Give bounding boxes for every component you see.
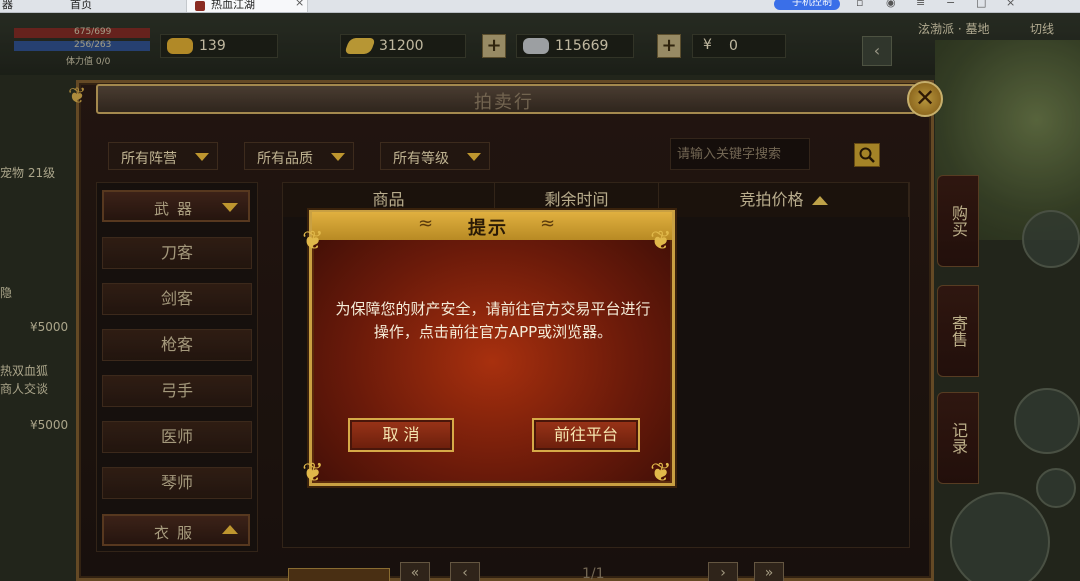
corner-ornament-icon: ❦ — [302, 226, 324, 256]
chat-line: 商人交谈 — [0, 382, 49, 396]
browser-tab-game[interactable]: 热血江湖 × — [186, 0, 308, 12]
bottom-action-button[interactable] — [288, 568, 390, 581]
category-clothes-header[interactable]: 衣服 — [102, 514, 250, 546]
currency-gold-ingot: 139 — [160, 34, 278, 58]
auction-title: 拍卖行 — [474, 92, 534, 113]
location-label: 泫渤派 · 墓地 — [918, 22, 990, 36]
tab-sell[interactable]: 寄售 — [937, 285, 979, 377]
menu-icon[interactable]: ≡ — [916, 0, 928, 9]
column-header-price-label: 竞拍价格 — [739, 190, 804, 209]
add-silver-button[interactable]: + — [657, 34, 681, 58]
window-close-icon[interactable]: × — [1006, 0, 1018, 9]
pet-label: 宠物 21级 — [0, 166, 56, 180]
gold-bar-icon — [344, 38, 376, 54]
search-input[interactable] — [670, 138, 810, 170]
currency-gold-bar: 31200 — [340, 34, 466, 58]
category-header-label: 武器 — [154, 200, 201, 218]
title-swirl-icon: ≈ — [540, 213, 556, 234]
category-item-archer[interactable]: 弓手 — [102, 375, 252, 407]
tab-buy[interactable]: 购买 — [937, 175, 979, 267]
category-item-musician[interactable]: 琴师 — [102, 467, 252, 499]
level-filter-dropdown[interactable]: 所有等级 — [380, 142, 490, 170]
chevron-down-icon — [222, 203, 238, 212]
avatar-icon[interactable] — [1036, 468, 1076, 508]
currency-silver: 115669 — [516, 34, 634, 58]
tab-close-icon[interactable]: × — [295, 0, 304, 9]
browser-tab-home[interactable]: 首页 — [70, 0, 92, 12]
category-weapon-header[interactable]: 武器 — [102, 190, 250, 222]
corner-ornament-icon: ❦ — [68, 84, 87, 109]
currency-value: 31200 — [379, 38, 424, 54]
maximize-icon[interactable]: □ — [976, 0, 988, 9]
category-header-label: 衣服 — [154, 524, 201, 542]
silver-icon — [523, 38, 549, 54]
category-item-healer[interactable]: 医师 — [102, 421, 252, 453]
prev-page-button[interactable]: ‹ — [450, 562, 480, 581]
price-label: ¥5000 — [30, 418, 69, 432]
quality-filter-dropdown[interactable]: 所有品质 — [244, 142, 354, 170]
price-label: ¥5000 — [30, 320, 69, 334]
filter-label: 所有阵营 — [121, 151, 177, 167]
gold-ingot-icon — [167, 38, 193, 54]
currency-value: 139 — [199, 38, 226, 54]
last-page-button[interactable]: » — [754, 562, 784, 581]
vitality-text: 体力值 0/0 — [66, 57, 111, 67]
currency-yuan: ¥ 0 — [692, 34, 786, 58]
user-icon[interactable]: ◉ — [886, 0, 898, 9]
corner-ornament-icon: ❦ — [302, 458, 324, 488]
browser-tab-game-label: 热血江湖 — [211, 0, 255, 11]
window-icon[interactable]: ▫ — [856, 0, 868, 9]
tag-label: 隐 — [0, 286, 13, 300]
player-status: 675/699 256/263 体力值 0/0 — [14, 27, 154, 74]
browser-tab-partial[interactable]: 器 — [0, 0, 13, 12]
mp-text: 256/263 — [74, 40, 112, 50]
phone-control-button[interactable]: 手机控制 — [774, 0, 840, 10]
grid-menu-icon[interactable] — [1022, 210, 1080, 268]
camp-filter-dropdown[interactable]: 所有阵营 — [108, 142, 218, 170]
category-item-sword[interactable]: 剑客 — [102, 283, 252, 315]
category-item-blade[interactable]: 刀客 — [102, 237, 252, 269]
dialog-title: 提示 — [468, 218, 508, 239]
switch-line-button[interactable]: 切线 — [1030, 20, 1054, 37]
cancel-button[interactable]: 取 消 — [348, 418, 454, 452]
filter-label: 所有品质 — [257, 151, 313, 167]
first-page-button[interactable]: « — [400, 562, 430, 581]
sort-ascending-icon — [811, 196, 828, 205]
chevron-down-icon — [467, 153, 481, 161]
currency-value: 0 — [729, 38, 738, 54]
corner-ornament-icon: ❦ — [650, 226, 672, 256]
game-favicon-icon — [195, 1, 205, 11]
corner-ornament-icon: ❦ — [650, 458, 672, 488]
close-icon[interactable]: ✕ — [907, 81, 943, 117]
tab-record[interactable]: 记录 — [937, 392, 979, 484]
search-icon — [859, 147, 875, 163]
add-gold-button[interactable]: + — [482, 34, 506, 58]
dialog-message: 为保障您的财产安全，请前往官方交易平台进行操作，点击前往官方APP或浏览器。 — [335, 300, 651, 341]
chevron-down-icon — [195, 153, 209, 161]
filter-label: 所有等级 — [393, 151, 449, 167]
category-item-spear[interactable]: 枪客 — [102, 329, 252, 361]
skill-slot-icon[interactable] — [1014, 388, 1080, 454]
column-header-price[interactable]: 竞拍价格 — [659, 183, 909, 217]
attack-button-icon[interactable] — [950, 492, 1050, 581]
chevron-up-icon — [222, 525, 238, 534]
chevron-down-icon — [331, 153, 345, 161]
search-button[interactable] — [854, 143, 880, 167]
back-arrow-icon[interactable]: ‹ — [862, 36, 892, 66]
next-page-button[interactable]: › — [708, 562, 738, 581]
browser-tabbar: 器 首页 热血江湖 × 手机控制 ▫ ◉ ≡ − □ × — [0, 0, 1080, 13]
chat-line: 热双血狐 — [0, 364, 49, 378]
minimize-icon[interactable]: − — [946, 0, 958, 9]
yuan-icon: ¥ — [703, 37, 712, 53]
page-indicator: 1/1 — [582, 566, 605, 581]
currency-value: 115669 — [555, 38, 609, 54]
hp-text: 675/699 — [74, 27, 112, 37]
go-to-platform-button[interactable]: 前往平台 — [532, 418, 640, 452]
title-swirl-icon: ≈ — [418, 213, 434, 234]
